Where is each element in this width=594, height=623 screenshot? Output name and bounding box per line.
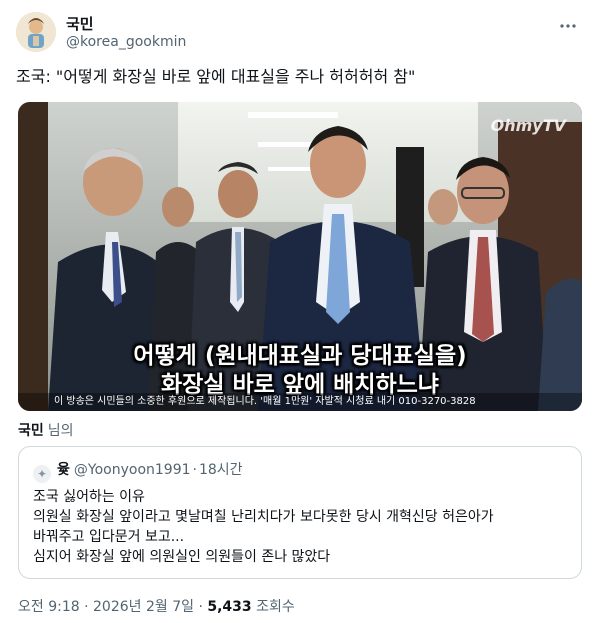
post-date[interactable]: 2026년 2월 7일 — [93, 599, 194, 615]
view-count-label: 조회수 — [256, 599, 295, 615]
attribution-suffix: 님의 — [47, 423, 74, 439]
more-horizontal-icon[interactable] — [558, 16, 578, 36]
sparkle-avatar-icon[interactable]: ✦ — [33, 465, 51, 483]
quoted-tweet-time[interactable]: 18시간 — [199, 462, 243, 478]
separator-dot: · — [192, 462, 197, 478]
author-handle[interactable]: @korea_gookmin — [66, 34, 186, 50]
tweet-media[interactable]: OhmyTV 어떻게 (원내대표실과 당대표실을) 화장실 바로 앞에 배치하느… — [18, 102, 582, 411]
quoted-tweet[interactable]: ✦ 윷 @Yoonyoon1991 · 18시간 조국 싫어하는 이유 의원실 화장실 … — [18, 446, 582, 579]
tweet-text: 조국: "어떻게 화장실 바로 앞에 대표실을 주나 허허허허 참" — [16, 67, 416, 86]
tweet-header: 국민 @korea_gookmin — [16, 10, 578, 54]
post-time[interactable]: 오전 9:18 — [18, 599, 80, 615]
author-name[interactable]: 국민 — [66, 13, 94, 34]
view-count[interactable]: 5,433 — [207, 599, 251, 615]
quoted-tweet-text: 조국 싫어하는 이유 의원실 화장실 앞이라고 몇날며칠 난리치다가 보다못한 … — [33, 487, 573, 567]
quoted-text-line: 심지어 화장실 앞에 의원실인 의원들이 존나 많았다 — [33, 549, 331, 565]
quoted-author-name[interactable]: 윷 — [57, 462, 70, 478]
quoted-tweet-header: ✦ 윷 @Yoonyoon1991 · 18시간 — [33, 459, 243, 483]
meta-separator: · — [198, 599, 203, 615]
attribution-name[interactable]: 국민 — [18, 423, 44, 439]
meta-separator: · — [84, 599, 89, 615]
tweet-meta: 오전 9:18 · 2026년 2월 7일 · 5,433 조회수 — [18, 596, 295, 616]
video-ticker: 이 방송은 시민들의 소중한 후원으로 제작됩니다. '매월 1만원' 자발적 … — [18, 393, 582, 411]
video-watermark: OhmyTV — [490, 116, 566, 135]
quoted-text-line: 조국 싫어하는 이유 — [33, 489, 145, 505]
quoted-author-handle[interactable]: @Yoonyoon1991 — [74, 462, 191, 478]
quoted-text-line: 바꿔주고 입다문거 보고... — [33, 529, 185, 545]
quote-attribution: 국민 님의 — [18, 420, 74, 440]
author-avatar[interactable] — [16, 12, 56, 52]
quoted-text-line: 의원실 화장실 앞이라고 몇날며칠 난리치다가 보다못한 당시 개혁신당 허은아… — [33, 509, 494, 525]
